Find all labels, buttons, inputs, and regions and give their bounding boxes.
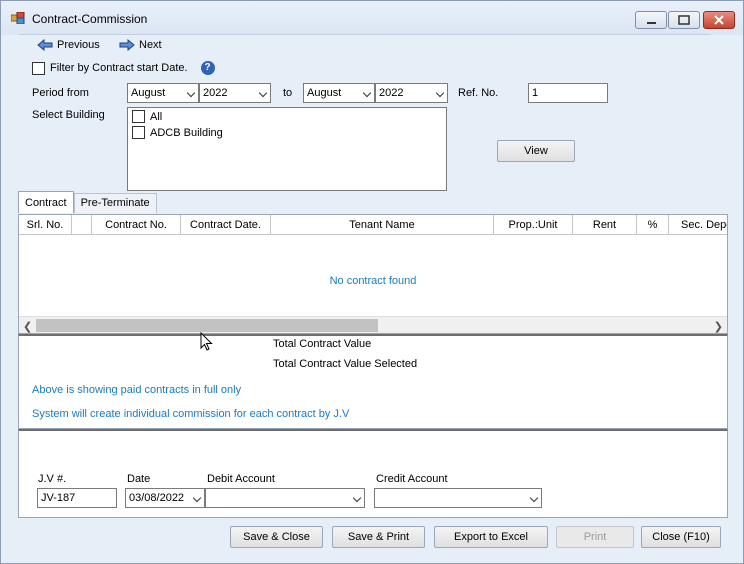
app-icon bbox=[11, 12, 25, 24]
select-building-label: Select Building bbox=[32, 109, 105, 121]
close-button[interactable]: Close (F10) bbox=[641, 526, 721, 548]
no-contract-message: No contract found bbox=[329, 275, 417, 287]
date-label: Date bbox=[127, 473, 151, 485]
tab-pre-terminate[interactable]: Pre-Terminate bbox=[73, 193, 157, 213]
chevron-down-icon bbox=[192, 493, 202, 503]
building-checkbox[interactable] bbox=[132, 110, 145, 123]
summary-panel: Total Contract Value Total Contract Valu… bbox=[18, 334, 728, 429]
building-item-all[interactable]: All bbox=[132, 110, 162, 123]
col-srl-no[interactable]: Srl. No. bbox=[19, 215, 72, 235]
credit-account-select[interactable] bbox=[374, 488, 542, 508]
date-picker[interactable]: 03/08/2022 bbox=[125, 488, 205, 508]
to-year-value: 2022 bbox=[379, 87, 404, 99]
building-item-adcb[interactable]: ADCB Building bbox=[132, 126, 223, 139]
filter-checkbox[interactable] bbox=[32, 61, 45, 75]
debit-account-label: Debit Account bbox=[207, 473, 275, 485]
print-button[interactable]: Print bbox=[556, 526, 634, 548]
chevron-down-icon bbox=[352, 493, 362, 503]
arrow-left-icon bbox=[37, 39, 53, 51]
close-window-button[interactable] bbox=[703, 11, 735, 29]
export-excel-button[interactable]: Export to Excel bbox=[434, 526, 548, 548]
ref-no-label: Ref. No. bbox=[458, 87, 499, 99]
chevron-down-icon bbox=[362, 88, 372, 98]
col-select[interactable] bbox=[72, 215, 92, 235]
to-year-select[interactable]: 2022 bbox=[375, 83, 448, 103]
next-label: Next bbox=[139, 39, 162, 51]
title-bar: Contract-Commission bbox=[1, 1, 743, 35]
to-label: to bbox=[283, 87, 293, 99]
maximize-button[interactable] bbox=[668, 11, 700, 29]
debit-account-select[interactable] bbox=[205, 488, 365, 508]
paid-contracts-note: Above is showing paid contracts in full … bbox=[32, 384, 242, 396]
scroll-right-icon[interactable]: ❯ bbox=[714, 320, 723, 333]
col-contract-no[interactable]: Contract No. bbox=[92, 215, 181, 235]
save-print-button[interactable]: Save & Print bbox=[332, 526, 425, 548]
scroll-left-icon[interactable]: ❮ bbox=[23, 320, 32, 333]
filter-label: Filter by Contract start Date. bbox=[50, 62, 188, 74]
chevron-down-icon bbox=[529, 493, 539, 503]
jv-label: J.V #. bbox=[38, 473, 67, 485]
horizontal-scrollbar[interactable]: ❮ ❯ bbox=[19, 316, 727, 333]
help-icon[interactable]: ? bbox=[200, 61, 215, 75]
total-contract-value-selected-label: Total Contract Value Selected bbox=[273, 358, 418, 370]
jv-number-value: JV-187 bbox=[41, 492, 76, 504]
from-month-value: August bbox=[131, 87, 166, 99]
from-year-value: 2022 bbox=[203, 87, 228, 99]
tab-strip: Contract Pre-Terminate bbox=[18, 191, 157, 213]
credit-account-label: Credit Account bbox=[376, 473, 448, 485]
ref-no-input[interactable]: 1 bbox=[528, 83, 608, 103]
to-month-value: August bbox=[307, 87, 342, 99]
from-month-select[interactable]: August bbox=[127, 83, 199, 103]
jv-panel: J.V #. JV-187 Date 03/08/2022 Debit Acco… bbox=[18, 429, 728, 518]
building-item-label: All bbox=[150, 110, 163, 123]
arrow-right-icon bbox=[119, 39, 135, 51]
commission-jv-note: System will create individual commission… bbox=[32, 408, 350, 420]
window-title: Contract-Commission bbox=[32, 12, 148, 26]
building-checkbox[interactable] bbox=[132, 126, 145, 139]
mouse-cursor-icon bbox=[200, 332, 213, 351]
save-close-button[interactable]: Save & Close bbox=[230, 526, 323, 548]
chevron-down-icon bbox=[435, 88, 445, 98]
title-divider bbox=[19, 34, 711, 35]
next-button[interactable]: Next bbox=[119, 39, 162, 51]
building-list[interactable]: All ADCB Building bbox=[127, 107, 447, 191]
chevron-down-icon bbox=[186, 88, 196, 98]
minimize-icon bbox=[647, 22, 656, 24]
previous-button[interactable]: Previous bbox=[37, 39, 100, 51]
close-icon bbox=[714, 15, 724, 25]
from-year-select[interactable]: 2022 bbox=[199, 83, 271, 103]
previous-label: Previous bbox=[57, 39, 100, 51]
period-from-label: Period from bbox=[32, 87, 89, 99]
filter-by-start-date[interactable]: Filter by Contract start Date. ? bbox=[32, 61, 215, 75]
minimize-button[interactable] bbox=[635, 11, 667, 29]
chevron-down-icon bbox=[258, 88, 268, 98]
jv-number-input[interactable]: JV-187 bbox=[37, 488, 117, 508]
date-value: 03/08/2022 bbox=[129, 492, 185, 504]
total-contract-value-label: Total Contract Value bbox=[273, 338, 372, 350]
col-prop-unit[interactable]: Prop.:Unit bbox=[494, 215, 573, 235]
scrollbar-thumb[interactable] bbox=[36, 319, 378, 332]
grid-header: Srl. No. Contract No. Contract Date. Ten… bbox=[19, 215, 727, 235]
to-month-select[interactable]: August bbox=[303, 83, 375, 103]
col-rent[interactable]: Rent bbox=[573, 215, 637, 235]
building-item-label: ADCB Building bbox=[150, 126, 223, 139]
col-sec-deposit[interactable]: Sec. Depo bbox=[669, 215, 727, 235]
contracts-grid[interactable]: Srl. No. Contract No. Contract Date. Ten… bbox=[18, 214, 728, 334]
maximize-icon bbox=[678, 15, 690, 25]
col-contract-date[interactable]: Contract Date. bbox=[181, 215, 271, 235]
col-tenant-name[interactable]: Tenant Name bbox=[271, 215, 494, 235]
col-percent[interactable]: % bbox=[637, 215, 669, 235]
view-button[interactable]: View bbox=[497, 140, 575, 162]
tab-contract[interactable]: Contract bbox=[18, 191, 74, 213]
ref-no-value: 1 bbox=[532, 87, 539, 99]
contract-commission-window: Contract-Commission Previous Next Filter… bbox=[0, 0, 744, 564]
